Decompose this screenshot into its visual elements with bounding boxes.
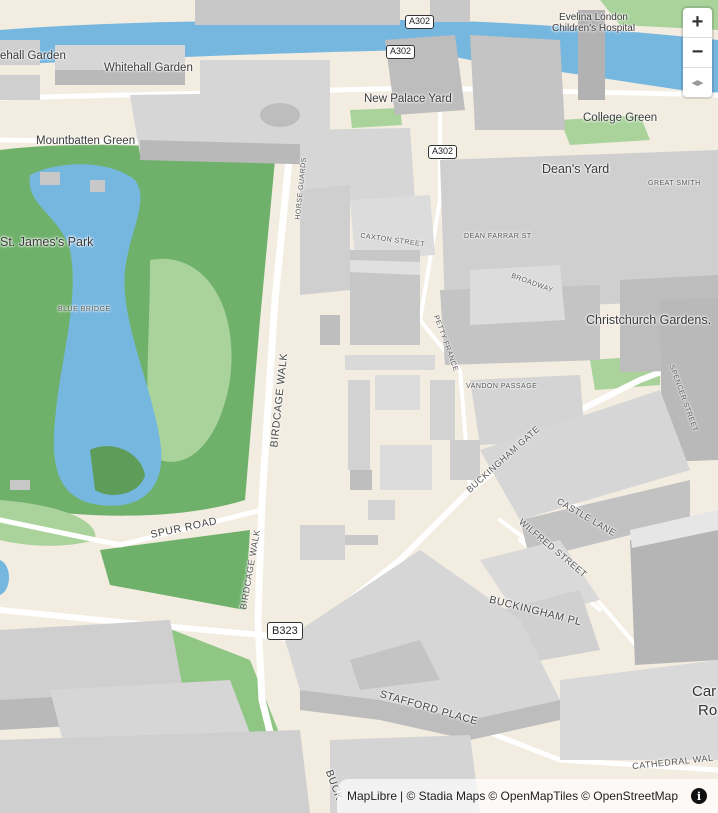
label-evelina: Evelina London Children's Hospital bbox=[552, 12, 636, 34]
street-dean-farrar: DEAN FARRAR ST bbox=[464, 233, 532, 240]
label-whitehall-gardens-left: ehall Garden bbox=[0, 50, 66, 62]
label-college-green: College Green bbox=[583, 112, 658, 124]
compass-icon: ◂▸ bbox=[691, 77, 704, 89]
label-christchurch-gardens: Christchurch Gardens. bbox=[586, 313, 712, 327]
navigation-control: + − ◂▸ bbox=[683, 8, 712, 97]
street-vandon-passage: VANDON PASSAGE bbox=[466, 383, 538, 390]
road-shield-a302-top: A302 bbox=[405, 15, 435, 29]
road-shield-a302-low: A302 bbox=[428, 145, 458, 159]
label-whitehall-gardens: Whitehall Garden bbox=[104, 62, 193, 74]
road-shield-b323: B323 bbox=[267, 622, 303, 641]
zoom-out-button[interactable]: − bbox=[683, 38, 712, 68]
street-great-smith: GREAT SMITH bbox=[648, 180, 701, 187]
label-new-palace-yard: New Palace Yard bbox=[364, 93, 452, 105]
label-st-james-park: St. James's Park bbox=[0, 235, 94, 249]
label-mountbatten-green: Mountbatten Green bbox=[36, 135, 136, 147]
road-shield-a302-mid: A302 bbox=[386, 45, 416, 59]
attribution-openmaptiles-link[interactable]: © OpenMapTiles bbox=[488, 789, 578, 803]
green-patch-new-palace bbox=[350, 108, 402, 128]
attribution-openstreetmap-link[interactable]: © OpenStreetMap bbox=[581, 789, 678, 803]
attribution-maplibre-link[interactable]: MapLibre bbox=[347, 789, 397, 803]
compass-button[interactable]: ◂▸ bbox=[683, 68, 712, 97]
label-deans-yard: Dean's Yard bbox=[542, 162, 610, 176]
label-ro-partial: Ro bbox=[698, 702, 718, 719]
zoom-in-button[interactable]: + bbox=[683, 8, 712, 38]
attribution-bar: MapLibre | © Stadia Maps © OpenMapTiles … bbox=[336, 779, 718, 813]
info-icon[interactable]: i bbox=[691, 788, 707, 804]
street-blue-bridge: BLUE BRIDGE bbox=[58, 306, 111, 313]
attribution-stadia-link[interactable]: | © Stadia Maps bbox=[400, 789, 485, 803]
label-car-partial: Car bbox=[692, 683, 717, 700]
